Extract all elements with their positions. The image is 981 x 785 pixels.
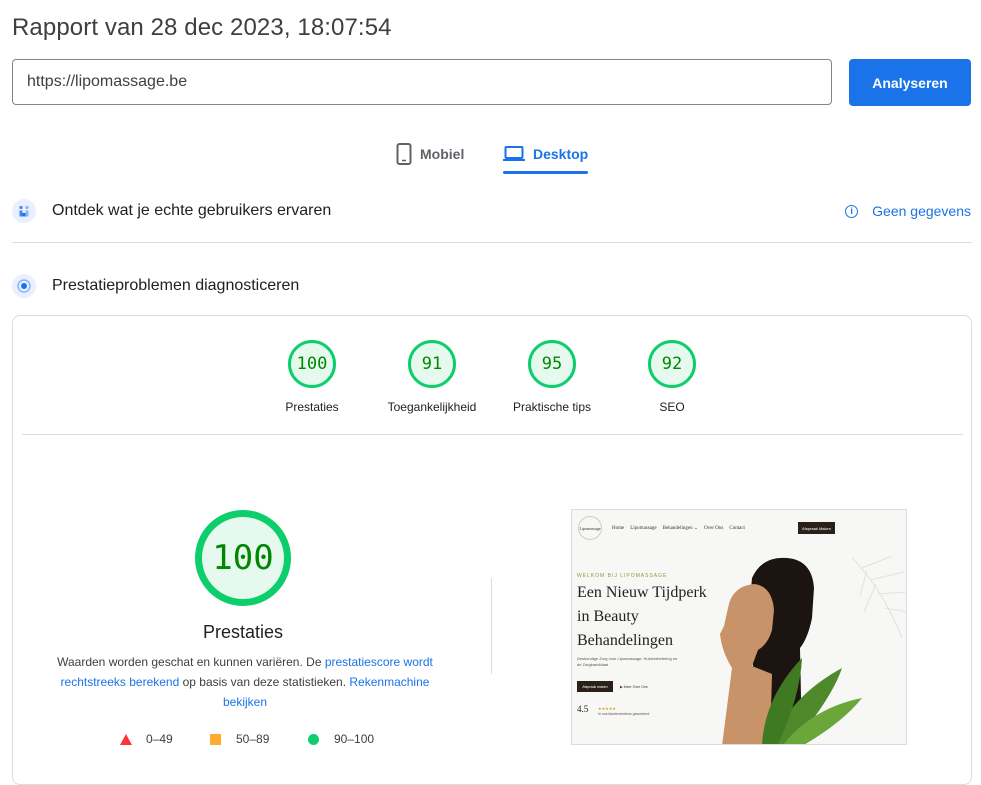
vertical-divider — [491, 578, 492, 674]
gauge-label: SEO — [659, 400, 685, 414]
screenshot-rating: 4.5 — [577, 704, 589, 714]
tab-desktop-label: Desktop — [533, 146, 589, 162]
screenshot-logo: Lipomassage — [578, 516, 602, 540]
url-input[interactable]: https://lipomassage.be — [12, 59, 832, 105]
score-gauge-accessibility[interactable]: 91 Toegankelijkheid — [372, 340, 492, 414]
legend-range: 90–100 — [334, 732, 375, 746]
desc-text-2: op basis van deze statistieken. — [179, 675, 350, 689]
tab-mobile[interactable]: Mobiel — [396, 136, 464, 172]
tab-mobile-label: Mobiel — [420, 146, 465, 162]
screenshot-nav-item: Over Ons — [704, 525, 724, 531]
score-gauge-performance[interactable]: 100 Prestaties — [252, 340, 372, 414]
field-data-section: Ontdek wat je echte gebruikers ervaren — [12, 199, 331, 223]
laptop-icon — [503, 146, 525, 162]
field-data-title: Ontdek wat je echte gebruikers ervaren — [52, 202, 332, 219]
gauge-value: 100 — [288, 340, 336, 388]
screenshot-nav-item: Lipomassage — [630, 525, 657, 531]
performance-label: Prestaties — [202, 622, 284, 642]
screenshot-nav-item: Home — [612, 525, 625, 531]
url-input-value: https://lipomassage.be — [27, 73, 188, 90]
users-chart-icon — [12, 199, 36, 223]
legend-range: 50–89 — [236, 732, 270, 746]
screenshot-secondary-button: ▶ Meer Over Ons — [620, 684, 648, 689]
gauge-label: Prestaties — [285, 400, 339, 414]
score-gauge-best-practices[interactable]: 95 Praktische tips — [492, 340, 612, 414]
lab-data-title: Prestatieproblemen diagnosticeren — [52, 277, 300, 294]
tab-selected-indicator — [503, 171, 589, 174]
diagnostics-icon — [12, 274, 36, 298]
screenshot-nav-item: Behandelingen ⌄ — [662, 526, 699, 531]
desc-text-1: Waarden worden geschat en kunnen variëre… — [57, 655, 325, 669]
info-icon: i — [845, 204, 859, 218]
page-screenshot: Lipomassage Home Lipomassage Behandeling… — [571, 509, 907, 745]
performance-score-gauge: 100 — [195, 510, 291, 606]
screenshot-cta: Afspraak Maken — [798, 522, 835, 534]
gauge-value: 95 — [528, 340, 576, 388]
gauge-value: 91 — [408, 340, 456, 388]
phone-icon — [396, 143, 412, 165]
screenshot-nav: Lipomassage Home Lipomassage Behandeling… — [578, 516, 900, 540]
triangle-icon — [120, 733, 132, 745]
score-gauge-seo[interactable]: 92 SEO — [612, 340, 732, 414]
square-icon — [210, 733, 221, 745]
screenshot-rating-text: In ons klantenreviews gesorteerd — [598, 712, 650, 716]
analyze-button[interactable]: Analyseren — [849, 59, 971, 106]
screenshot-subtext: Deskundige Zorg voor Lipomassage, Huidve… — [577, 656, 678, 667]
screenshot-kicker: WELKOM BIJ LIPOMASSAGE — [577, 573, 668, 579]
performance-description: Waarden worden geschat en kunnen variëre… — [50, 652, 440, 712]
no-data-label: Geen gegevens — [872, 203, 971, 219]
legend-fail: 0–49 — [120, 732, 173, 746]
screenshot-stars: ★★★★★ — [598, 706, 616, 711]
legend-range: 0–49 — [146, 732, 173, 746]
gauge-label: Praktische tips — [512, 400, 592, 414]
lab-data-section: Prestatieproblemen diagnosticeren — [12, 274, 299, 298]
no-data-link[interactable]: i Geen gegevens — [845, 203, 971, 219]
card-divider — [22, 434, 963, 435]
circle-icon — [308, 733, 319, 745]
screenshot-headline: Een Nieuw Tijdperk in Beauty Behandeling… — [577, 584, 707, 649]
page-title: Rapport van 28 dec 2023, 18:07:54 — [12, 14, 392, 41]
screenshot-primary-button: Afspraak maken — [577, 681, 613, 692]
legend-average: 50–89 — [210, 732, 269, 746]
hero-image — [720, 555, 906, 744]
section-divider — [12, 242, 972, 243]
screenshot-nav-item: Contact — [729, 525, 745, 531]
gauge-value: 92 — [648, 340, 696, 388]
gauge-label: Toegankelijkheid — [387, 400, 477, 414]
palm-leaf-bg-icon — [851, 555, 906, 639]
legend-pass: 90–100 — [308, 732, 374, 746]
tab-desktop[interactable]: Desktop — [503, 136, 589, 174]
